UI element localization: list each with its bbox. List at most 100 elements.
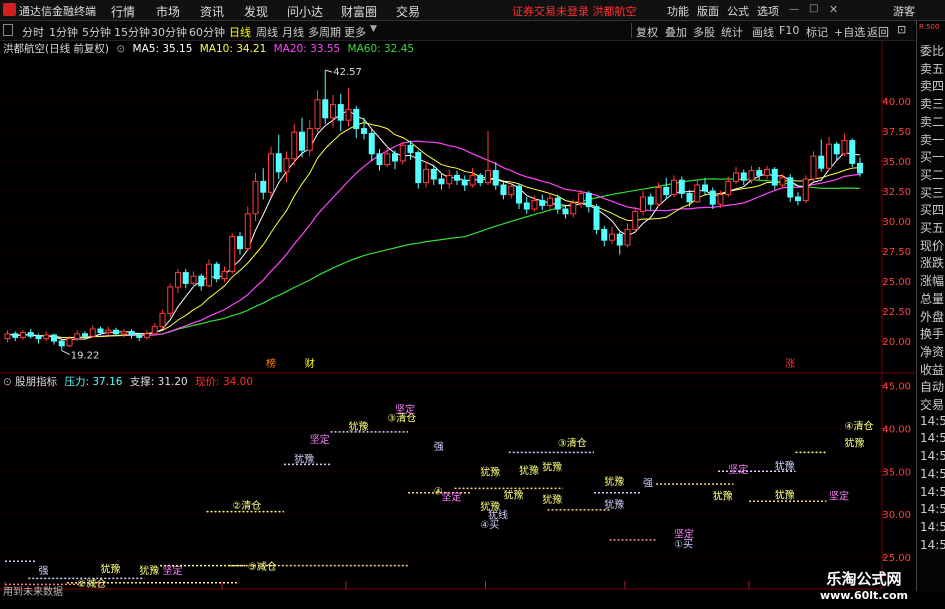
candle-body <box>702 184 708 192</box>
sidebar-item[interactable]: 收益 <box>920 361 944 378</box>
watermark: 乐淘公式网 www.60lt.com <box>812 568 916 602</box>
sidebar-item[interactable]: 买二 <box>920 166 944 183</box>
sidebar-item[interactable]: 14:56 <box>920 467 945 481</box>
sidebar-item[interactable]: 14:56 <box>920 449 945 463</box>
candle-body <box>221 270 228 280</box>
sidebar-item[interactable]: 买一 <box>920 148 944 165</box>
minimize-icon[interactable]: — <box>789 4 799 15</box>
menu-item-xuanxiang[interactable]: 选项 <box>757 3 779 19</box>
sidebar-item[interactable]: 买五 <box>920 219 944 236</box>
maximize-icon[interactable]: □ <box>809 3 818 14</box>
sidebar-item[interactable]: 14:56 <box>920 414 945 428</box>
sidebar-item[interactable]: 买三 <box>920 184 944 201</box>
app-logo-icon <box>3 3 16 16</box>
future-data-note: 用到未来数据 <box>3 587 63 598</box>
moving-average-lines <box>7 109 861 341</box>
quote-sidebar: R 500 委比 卖五 卖四 卖三 卖二 卖一 买一 买二 买三 买四 买五 现价 涨跌 涨幅 总量 外盘 换手… <box>916 21 945 591</box>
sidebar-item[interactable]: 涨幅 <box>920 272 944 289</box>
candle-body <box>237 236 243 250</box>
stock-chart[interactable]: 42.5719.22榜财涨 强犹豫 犹豫 坚定②减仓③减仓②清仓坚定犹豫犹豫③清仓坚… <box>0 21 916 591</box>
menu-item-hangqing[interactable]: 行情 <box>111 3 135 20</box>
indicator-signal-label: 强 <box>643 478 653 490</box>
sidebar-item[interactable]: 换手 <box>920 325 944 342</box>
menu-item-caifuquan[interactable]: 财富圈 <box>341 3 377 20</box>
sidebar-item[interactable]: 净资 <box>920 343 944 360</box>
sidebar-item[interactable]: 14:56 <box>920 431 945 445</box>
candle-body <box>120 330 127 335</box>
price-tick-label: 25.00 <box>882 277 911 288</box>
sidebar-item[interactable]: 卖二 <box>920 113 944 130</box>
low-price-label: 19.22 <box>71 351 100 362</box>
candle-body <box>826 143 832 169</box>
indicator-signal-label: ①买 <box>674 539 693 551</box>
candle-body <box>74 333 81 340</box>
candle-body <box>20 332 26 338</box>
candle-body <box>709 190 716 205</box>
candle-body <box>206 263 212 287</box>
candle-body <box>322 99 329 119</box>
menu-item-wenxiaoda[interactable]: 问小达 <box>287 3 323 20</box>
indicator-signal-label: 犹豫 <box>604 475 624 488</box>
candle-body <box>547 197 553 206</box>
close-icon[interactable]: ✕ <box>829 3 838 16</box>
menu-item-jiaoyi[interactable]: 交易 <box>396 3 420 20</box>
sidebar-item[interactable]: 卖三 <box>920 95 944 112</box>
indicator-signal-label: 强 <box>434 441 444 453</box>
sidebar-item[interactable]: 涨跌 <box>920 254 944 271</box>
indicator-settings-icon[interactable]: ⊙ <box>3 376 12 388</box>
indicator-signal-label: ②清仓 <box>232 499 261 512</box>
candle-body <box>833 143 840 155</box>
indicator-tick-label: 30.00 <box>882 510 911 521</box>
sidebar-item[interactable]: 14:56 <box>920 520 945 534</box>
indicator-tick-label: 40.00 <box>882 424 911 435</box>
candle-body <box>640 196 646 212</box>
sidebar-item[interactable]: 现价 <box>920 237 944 254</box>
indicator-name[interactable]: 股朋指标 <box>15 376 57 388</box>
menu-item-gongshi[interactable]: 公式 <box>727 3 749 19</box>
sidebar-item[interactable]: 交易 <box>920 396 944 413</box>
menu-item-banmian[interactable]: 版面 <box>697 3 719 19</box>
candle-body <box>539 200 546 206</box>
candle-body <box>89 328 96 337</box>
candle-body <box>678 179 685 194</box>
candle-body <box>407 144 414 154</box>
candle-body <box>423 168 429 184</box>
menu-item-faxian[interactable]: 发现 <box>244 3 268 20</box>
indicator-signal-label: 犹豫 <box>713 490 733 503</box>
menu-item-gongneng[interactable]: 功能 <box>667 3 689 19</box>
sidebar-item[interactable]: 委比 <box>920 42 944 59</box>
candle-body <box>368 132 375 155</box>
candle-body <box>283 158 290 173</box>
sidebar-item[interactable]: 卖一 <box>920 131 944 148</box>
indicator-tick-label: 35.00 <box>882 467 911 478</box>
candle-body <box>663 186 670 196</box>
price-tick-label: 22.50 <box>882 307 911 318</box>
guest-label[interactable]: 游客 <box>893 3 915 19</box>
indicator-signal-label: 犹豫 <box>139 564 159 577</box>
sidebar-item[interactable]: 自动 <box>920 378 944 395</box>
sidebar-item[interactable]: 14:56 <box>920 502 945 516</box>
indicator-signal-label: ④清仓 <box>845 419 874 432</box>
indicator-signal-label: 犹豫 <box>480 466 500 479</box>
sidebar-item[interactable]: 买四 <box>920 201 944 218</box>
candle-body <box>306 128 313 151</box>
low-price-pointer <box>61 350 70 356</box>
sidebar-item[interactable]: 总量 <box>920 290 944 307</box>
sidebar-item[interactable]: 14:56 <box>920 485 945 499</box>
candle-body <box>345 108 352 121</box>
price-tick-label: 37.50 <box>882 127 911 138</box>
indicator-signal-label: 犹豫 <box>845 436 865 449</box>
sidebar-item[interactable]: 14:5 <box>920 538 945 552</box>
candle-body <box>841 140 848 155</box>
sidebar-item[interactable]: 卖四 <box>920 77 944 94</box>
indicator-signal-label: 坚定 <box>395 403 415 416</box>
candle-body <box>554 197 561 210</box>
candle-body <box>35 335 42 340</box>
candle-body <box>593 206 600 230</box>
menu-item-shichang[interactable]: 市场 <box>156 3 180 20</box>
candle-body <box>492 170 499 186</box>
sidebar-item[interactable]: 外盘 <box>920 308 944 325</box>
menu-bar: 通达信金融终端 行情 市场 资讯 发现 问小达 财富圈 交易 证券交易未登录 洪… <box>0 0 945 21</box>
sidebar-item[interactable]: 卖五 <box>920 60 944 77</box>
menu-item-zixun[interactable]: 资讯 <box>200 3 224 20</box>
